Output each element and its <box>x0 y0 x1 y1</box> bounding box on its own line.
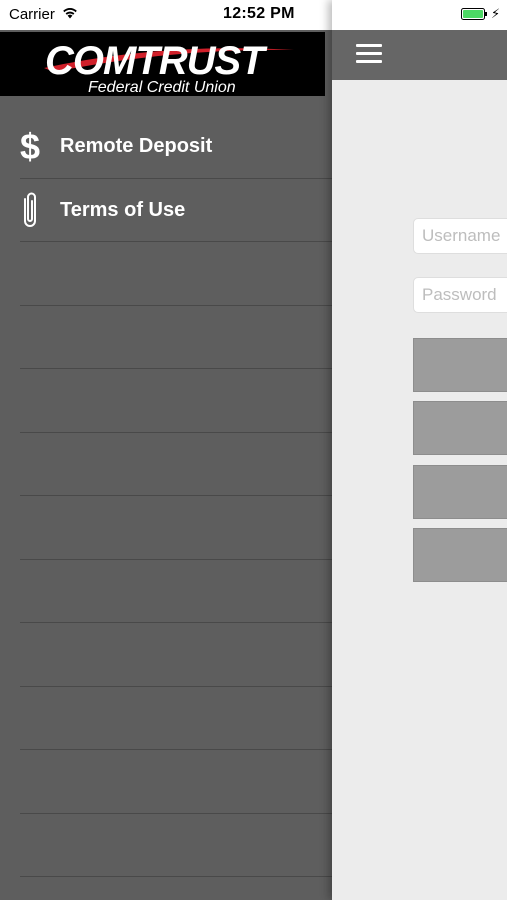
divider <box>20 241 332 242</box>
divider <box>20 686 332 687</box>
logo-wordmark: COMTRUST <box>45 39 265 83</box>
wifi-icon <box>63 8 77 19</box>
divider <box>20 622 332 623</box>
action-button-1[interactable] <box>413 338 507 392</box>
dollar-icon: $ <box>20 127 40 165</box>
side-drawer: Carrier 12:52 PM COMTRUST Federal Credit… <box>0 0 332 900</box>
action-button-3[interactable] <box>413 465 507 519</box>
menu-item-label: Terms of Use <box>60 199 186 221</box>
menu-toggle-icon[interactable] <box>352 41 386 69</box>
carrier-label: Carrier <box>9 6 55 23</box>
action-button-2[interactable] <box>413 401 507 455</box>
charging-icon: ⚡ <box>491 6 501 21</box>
main-content-panel: ⚡ <box>332 0 507 900</box>
navigation-bar <box>332 30 507 80</box>
status-bar-right: ⚡ <box>332 0 507 30</box>
divider <box>20 876 332 877</box>
clock: 12:52 PM <box>223 5 295 22</box>
divider <box>20 432 332 433</box>
divider <box>20 749 332 750</box>
svg-text:$: $ <box>20 127 40 165</box>
divider <box>20 305 332 306</box>
battery-icon <box>461 8 487 20</box>
username-input[interactable] <box>413 218 507 254</box>
divider <box>20 368 332 369</box>
logo-subtitle: Federal Credit Union <box>88 79 236 96</box>
divider <box>20 495 332 496</box>
status-bar: Carrier 12:52 PM <box>0 0 332 30</box>
divider <box>20 813 332 814</box>
divider <box>20 559 332 560</box>
menu-item-label: Remote Deposit <box>60 135 213 157</box>
action-button-4[interactable] <box>413 528 507 582</box>
password-input[interactable] <box>413 277 507 313</box>
menu-item-terms-of-use[interactable]: Terms of Use <box>0 179 330 242</box>
paperclip-icon <box>24 192 36 227</box>
menu-item-remote-deposit[interactable]: $ Remote Deposit <box>0 115 330 178</box>
